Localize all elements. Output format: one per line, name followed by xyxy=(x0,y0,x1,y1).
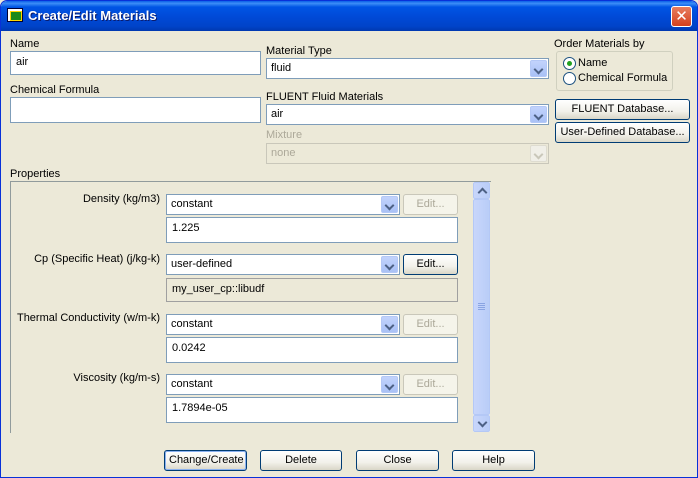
chevron-down-icon[interactable] xyxy=(381,196,398,213)
cp-label: Cp (Specific Heat) (j/kg-k) xyxy=(34,253,160,265)
chemical-formula-input[interactable] xyxy=(10,97,261,123)
scroll-down-icon[interactable] xyxy=(473,415,490,432)
title-bar[interactable]: Create/Edit Materials ✕ xyxy=(1,1,697,31)
order-by-chemical-formula-radio[interactable] xyxy=(563,72,576,85)
density-method-select[interactable]: constant xyxy=(166,194,400,215)
chevron-down-icon[interactable] xyxy=(530,106,547,123)
help-button[interactable]: Help xyxy=(452,450,535,471)
name-input[interactable]: air xyxy=(10,51,261,75)
change-create-button[interactable]: Change/Create xyxy=(164,450,247,471)
mixture-value: none xyxy=(271,147,296,159)
scroll-up-icon[interactable] xyxy=(473,182,490,199)
thermal-conductivity-value-input[interactable]: 0.0242 xyxy=(166,337,458,363)
order-by-name-label[interactable]: Name xyxy=(578,57,607,69)
chevron-down-icon xyxy=(530,145,547,162)
thermal-conductivity-label: Thermal Conductivity (w/m-k) xyxy=(16,312,160,324)
name-label: Name xyxy=(10,38,40,50)
close-button[interactable]: Close xyxy=(356,450,439,471)
cp-edit-button[interactable]: Edit... xyxy=(403,254,458,275)
viscosity-label: Viscosity (kg/m-s) xyxy=(73,372,160,384)
window-title: Create/Edit Materials xyxy=(28,8,157,23)
user-defined-database-button[interactable]: User-Defined Database... xyxy=(555,122,690,143)
close-window-button[interactable]: ✕ xyxy=(671,6,692,27)
viscosity-value-input[interactable]: 1.7894e-05 xyxy=(166,397,458,423)
scrollbar-thumb[interactable] xyxy=(473,199,490,415)
material-type-label: Material Type xyxy=(266,45,332,57)
properties-label: Properties xyxy=(10,168,61,180)
chevron-down-icon[interactable] xyxy=(381,376,398,393)
chevron-down-icon[interactable] xyxy=(381,256,398,273)
order-materials-label: Order Materials by xyxy=(554,38,645,50)
chevron-down-icon[interactable] xyxy=(381,316,398,333)
fluent-database-button[interactable]: FLUENT Database... xyxy=(555,99,690,120)
thermal-conductivity-method-select[interactable]: constant xyxy=(166,314,400,335)
delete-button[interactable]: Delete xyxy=(260,450,342,471)
thermal-conductivity-method-value: constant xyxy=(171,318,213,330)
order-by-name-radio[interactable] xyxy=(563,57,576,70)
fluent-fluid-materials-select[interactable]: air xyxy=(266,104,549,125)
fluent-app-icon xyxy=(7,8,23,22)
mixture-label: Mixture xyxy=(266,129,303,141)
cp-method-value: user-defined xyxy=(171,258,233,270)
chemical-formula-label: Chemical Formula xyxy=(10,84,100,96)
fluent-fluid-materials-value: air xyxy=(271,108,284,120)
properties-scrollbar[interactable] xyxy=(473,182,490,432)
cp-method-select[interactable]: user-defined xyxy=(166,254,400,275)
density-value-input[interactable]: 1.225 xyxy=(166,217,458,243)
fluent-fluid-materials-label: FLUENT Fluid Materials xyxy=(266,91,384,103)
material-type-value: fluid xyxy=(271,62,292,74)
order-by-chemical-formula-label[interactable]: Chemical Formula xyxy=(578,72,667,84)
viscosity-edit-button[interactable]: Edit... xyxy=(403,374,458,395)
density-method-value: constant xyxy=(171,198,213,210)
create-edit-materials-dialog: Create/Edit Materials ✕ Name air Chemica… xyxy=(0,0,698,478)
cp-value-field: my_user_cp::libudf xyxy=(166,278,458,302)
viscosity-method-select[interactable]: constant xyxy=(166,374,400,395)
density-label: Density (kg/m3) xyxy=(82,193,160,205)
density-edit-button[interactable]: Edit... xyxy=(403,194,458,215)
mixture-select[interactable]: none xyxy=(266,143,549,164)
chevron-down-icon[interactable] xyxy=(530,60,547,77)
material-type-select[interactable]: fluid xyxy=(266,58,549,79)
viscosity-method-value: constant xyxy=(171,378,213,390)
order-materials-group xyxy=(556,51,673,91)
thermal-conductivity-edit-button[interactable]: Edit... xyxy=(403,314,458,335)
